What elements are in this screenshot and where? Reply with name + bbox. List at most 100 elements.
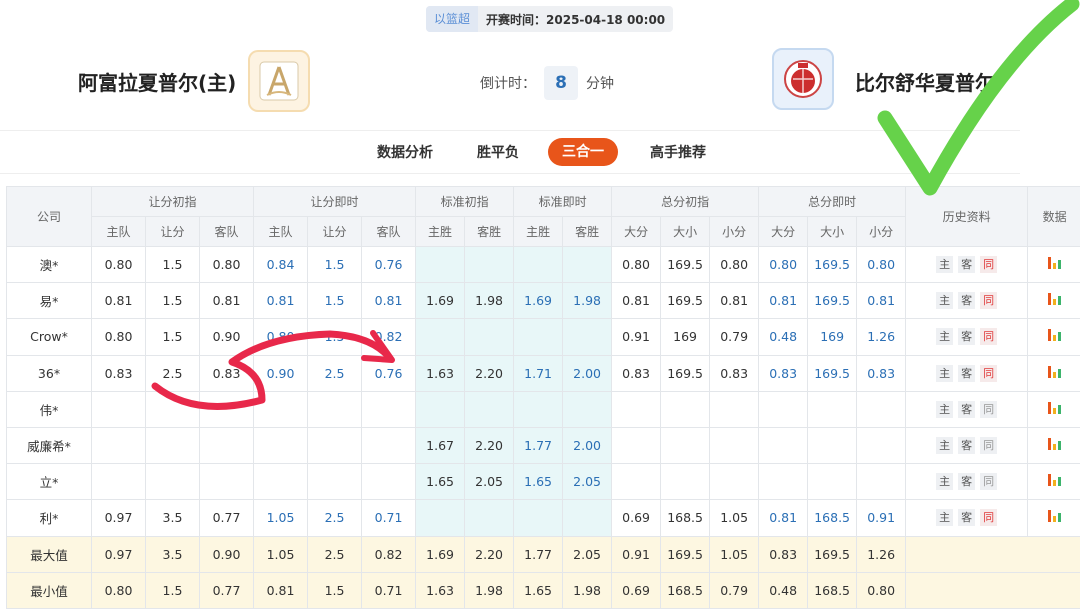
history-away-button[interactable]: 客: [958, 400, 976, 418]
subheader-cell: 大分: [611, 216, 662, 247]
history-same-button[interactable]: 同: [980, 473, 998, 491]
history-away-button[interactable]: 客: [958, 292, 976, 310]
away-team-name: 比尔舒华夏普尔: [855, 71, 995, 95]
odds-table: 公司 让分初指 让分即时 标准初指 标准即时 总分初指 总分即时 历史资料 数据…: [6, 186, 1080, 609]
bar-chart-icon[interactable]: [1047, 365, 1062, 378]
odds-cell: [307, 426, 363, 465]
history-home-button[interactable]: 主: [936, 364, 954, 382]
start-time: 开赛时间：2025-04-18 00:00: [486, 12, 666, 27]
tab-win-draw-lose[interactable]: 胜平负: [477, 141, 519, 165]
company-name[interactable]: Crow*: [6, 318, 92, 356]
company-name[interactable]: 立*: [6, 463, 92, 501]
history-away-button[interactable]: 客: [958, 437, 976, 455]
history-home-button[interactable]: 主: [936, 437, 954, 455]
odds-cell: [464, 245, 515, 284]
tab-expert-picks[interactable]: 高手推荐: [650, 141, 706, 165]
countdown-value: 8: [544, 66, 578, 100]
odds-cell: [464, 318, 515, 356]
history-away-button[interactable]: 客: [958, 509, 976, 527]
odds-cell: [415, 499, 466, 537]
data-header: 数据: [1027, 186, 1080, 247]
history-links: 主客同: [905, 463, 1029, 501]
summary-empty-cell: [905, 535, 1080, 573]
history-same-button[interactable]: 同: [980, 328, 998, 346]
company-name[interactable]: 伟*: [6, 390, 92, 428]
history-same-button[interactable]: 同: [980, 292, 998, 310]
league-tag[interactable]: 以篮超: [426, 6, 479, 32]
company-name[interactable]: 澳*: [6, 245, 92, 284]
odds-cell: 0.80: [91, 245, 146, 284]
table-row[interactable]: 利* 0.97 3.5 0.77 1.05 2.5 0.71 0.69 168.5 1.05 0.8…: [6, 499, 1080, 537]
subheader-cell: 主队: [253, 216, 309, 247]
odds-cell: [758, 390, 809, 428]
tab-analysis[interactable]: 数据分析: [377, 141, 433, 165]
company-name[interactable]: 威廉希*: [6, 426, 92, 465]
history-home-button[interactable]: 主: [936, 509, 954, 527]
odds-cell: [253, 390, 309, 428]
bar-chart-icon[interactable]: [1047, 329, 1062, 342]
table-row[interactable]: 易* 0.81 1.5 0.81 0.81 1.5 0.81 1.69 1.98 1.69 1.98…: [6, 282, 1080, 320]
odds-cell: [758, 426, 809, 465]
history-same-button[interactable]: 同: [980, 256, 998, 274]
odds-cell: 1.5: [145, 282, 200, 320]
tab-three-in-one[interactable]: 三合一: [548, 138, 618, 166]
company-name[interactable]: 易*: [6, 282, 92, 320]
history-home-button[interactable]: 主: [936, 328, 954, 346]
history-same-button[interactable]: 同: [980, 364, 998, 382]
bar-chart-icon[interactable]: [1047, 401, 1062, 414]
data-cell: [1027, 282, 1080, 320]
odds-cell: 169.5: [660, 535, 711, 573]
bar-chart-icon[interactable]: [1047, 257, 1062, 270]
odds-cell: [513, 318, 564, 356]
history-away-button[interactable]: 客: [958, 473, 976, 491]
history-away-button[interactable]: 客: [958, 364, 976, 382]
odds-cell: 0.80: [253, 318, 309, 356]
odds-cell: [145, 463, 200, 501]
odds-cell: 0.81: [253, 571, 309, 609]
odds-cell: 3.5: [145, 535, 200, 573]
odds-table-container: 公司 让分初指 让分即时 标准初指 标准即时 总分初指 总分即时 历史资料 数据…: [6, 186, 1080, 610]
history-away-button[interactable]: 客: [958, 328, 976, 346]
odds-cell: 1.63: [415, 571, 466, 609]
history-same-button[interactable]: 同: [980, 437, 998, 455]
table-row[interactable]: Crow* 0.80 1.5 0.90 0.80 1.5 0.82 0.91 169 0.79 0.…: [6, 318, 1080, 356]
odds-cell: [91, 463, 146, 501]
history-same-button[interactable]: 同: [980, 509, 998, 527]
data-cell: [1027, 354, 1080, 392]
odds-cell: [513, 390, 564, 428]
history-same-button[interactable]: 同: [980, 400, 998, 418]
table-row[interactable]: 伟* 主客同: [6, 390, 1080, 428]
odds-cell: [464, 499, 515, 537]
odds-cell: [758, 463, 809, 501]
company-name[interactable]: 利*: [6, 499, 92, 537]
odds-cell: 1.26: [856, 318, 907, 356]
bar-chart-icon[interactable]: [1047, 510, 1062, 523]
table-row[interactable]: 36* 0.83 2.5 0.83 0.90 2.5 0.76 1.63 2.20 1.71 2.0…: [6, 354, 1080, 392]
odds-cell: 169.5: [807, 282, 858, 320]
company-name[interactable]: 36*: [6, 354, 92, 392]
odds-cell: 0.71: [361, 571, 417, 609]
countdown-prefix: 倒计时：: [480, 76, 536, 92]
bar-chart-icon[interactable]: [1047, 438, 1062, 451]
odds-cell: 169: [660, 318, 711, 356]
table-row[interactable]: 澳* 0.80 1.5 0.80 0.84 1.5 0.76 0.80 169.5 0.80 0.8…: [6, 245, 1080, 284]
odds-cell: 1.63: [415, 354, 466, 392]
history-away-button[interactable]: 客: [958, 256, 976, 274]
history-home-button[interactable]: 主: [936, 292, 954, 310]
group-header: 标准初指: [415, 186, 515, 217]
subheader-cell: 让分: [307, 216, 363, 247]
history-home-button[interactable]: 主: [936, 473, 954, 491]
table-row[interactable]: 立* 1.65 2.05 1.65 2.05 主客同: [6, 463, 1080, 501]
bar-chart-icon[interactable]: [1047, 474, 1062, 487]
table-row[interactable]: 威廉希* 1.67 2.20 1.77 2.00 主客同: [6, 426, 1080, 465]
odds-cell: 1.65: [513, 463, 564, 501]
odds-cell: 2.00: [562, 354, 613, 392]
odds-cell: 0.69: [611, 571, 662, 609]
history-home-button[interactable]: 主: [936, 400, 954, 418]
bar-chart-icon[interactable]: [1047, 293, 1062, 306]
data-cell: [1027, 499, 1080, 537]
countdown-unit: 分钟: [586, 76, 614, 92]
history-home-button[interactable]: 主: [936, 256, 954, 274]
group-header: 标准即时: [513, 186, 613, 217]
odds-cell: 1.26: [856, 535, 907, 573]
